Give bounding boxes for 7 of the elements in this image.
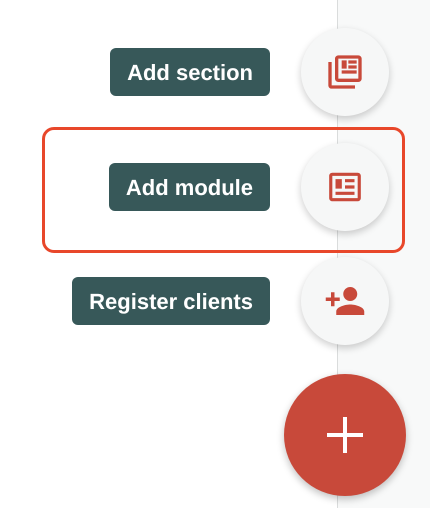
action-label: Add module: [108, 163, 270, 211]
action-button[interactable]: [301, 28, 389, 116]
plus-icon: [325, 415, 365, 455]
action-button[interactable]: [301, 143, 389, 231]
action-label: Add section: [110, 48, 270, 96]
action-button[interactable]: [301, 257, 389, 345]
action-label: Register clients: [72, 277, 270, 325]
